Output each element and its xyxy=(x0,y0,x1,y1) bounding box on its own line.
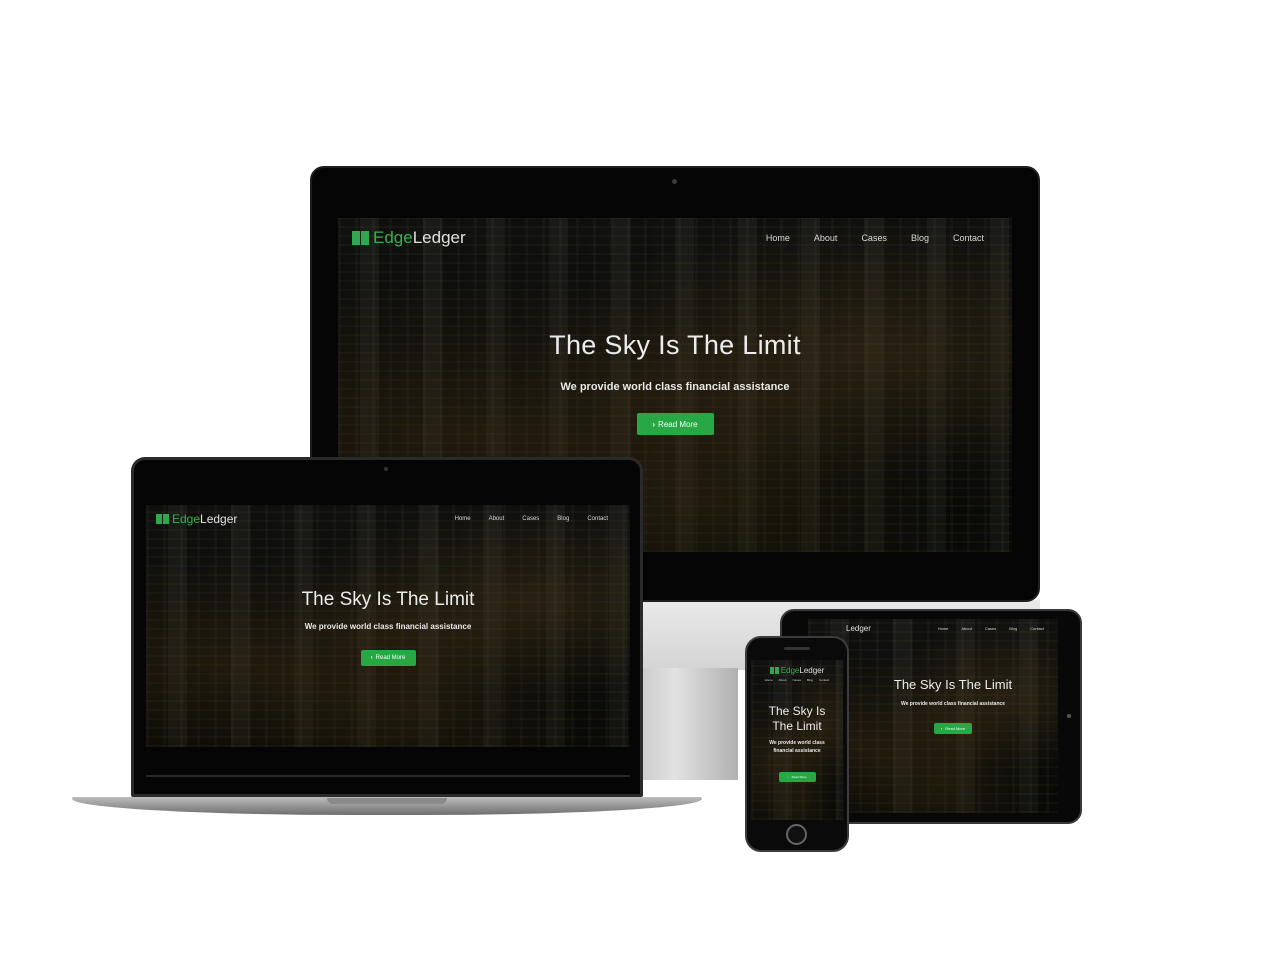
laptop-bezel-line xyxy=(146,775,630,777)
nav-blog[interactable]: Blog xyxy=(1009,626,1017,631)
book-icon xyxy=(769,667,779,674)
brand-name-edge: Edge xyxy=(780,666,800,675)
nav-home[interactable]: Home xyxy=(765,678,773,682)
brand-name-ledger: Ledger xyxy=(412,228,466,247)
read-more-label: Read More xyxy=(375,655,406,661)
nav-menu: Home About Cases Blog Contact xyxy=(751,678,843,682)
nav-home[interactable]: Home xyxy=(938,626,949,631)
nav-cases[interactable]: Cases xyxy=(792,678,801,682)
brand-logo[interactable]: Edge Ledger xyxy=(352,228,466,248)
nav-menu: Home About Cases Blog Contact xyxy=(766,233,984,243)
hero: The Sky Is The Limit We provide world cl… xyxy=(751,704,843,783)
hero-headline: The Sky Is The Limit xyxy=(301,589,475,610)
hero-tagline-line1: We provide world class xyxy=(769,740,825,746)
nav-contact[interactable]: Contact xyxy=(819,678,829,682)
hero-headline: The Sky Is The Limit xyxy=(549,330,801,360)
read-more-label: Read More xyxy=(791,775,807,779)
navbar: Edge Ledger Home About Cases Blog Contact xyxy=(751,666,843,682)
hero-tagline: We provide world class financial assista… xyxy=(304,622,472,631)
tablet-camera-icon xyxy=(1067,714,1071,718)
hero-tagline: We provide world class financial assista… xyxy=(751,739,843,755)
laptop-notch xyxy=(327,798,447,804)
hero-tagline-line2: financial assistance xyxy=(773,748,821,754)
brand-name-edge: Edge xyxy=(172,512,201,526)
brand-logo[interactable]: Edge Ledger xyxy=(751,666,843,675)
chevron-right-icon: › xyxy=(652,419,656,429)
hero-headline-line2: The Limit xyxy=(772,719,822,733)
nav-about[interactable]: About xyxy=(489,516,505,522)
nav-home[interactable]: Home xyxy=(766,233,790,243)
book-icon xyxy=(156,514,169,524)
laptop-camera-icon xyxy=(384,467,388,471)
hero: The Sky Is The Limit We provide world cl… xyxy=(146,589,630,666)
chevron-right-icon: › xyxy=(787,775,789,779)
hero: The Sky Is The Limit We provide world cl… xyxy=(338,330,1012,435)
hero-headline-line1: The Sky Is xyxy=(768,704,826,718)
chevron-right-icon: › xyxy=(940,726,943,731)
chevron-right-icon: › xyxy=(370,655,373,661)
hero-tagline: We provide world class financial assista… xyxy=(560,381,790,393)
nav-contact[interactable]: Contact xyxy=(1030,626,1044,631)
nav-blog[interactable]: Blog xyxy=(807,678,813,682)
nav-blog[interactable]: Blog xyxy=(911,233,929,243)
nav-about[interactable]: About xyxy=(961,626,971,631)
nav-blog[interactable]: Blog xyxy=(557,516,569,522)
nav-about[interactable]: About xyxy=(779,678,787,682)
monitor-camera-icon xyxy=(672,179,677,184)
phone-home-button[interactable] xyxy=(786,824,807,845)
nav-cases[interactable]: Cases xyxy=(985,626,996,631)
nav-contact[interactable]: Contact xyxy=(587,516,608,522)
read-more-button[interactable]: › Read More xyxy=(778,772,816,782)
read-more-label: Read More xyxy=(658,419,698,429)
brand-logo[interactable]: Ledger xyxy=(846,624,871,633)
read-more-button[interactable]: › Read More xyxy=(636,413,714,435)
phone-screen: Edge Ledger Home About Cases Blog Contact… xyxy=(751,660,843,820)
nav-contact[interactable]: Contact xyxy=(953,233,984,243)
hero: The Sky Is The Limit We provide world cl… xyxy=(848,677,1058,735)
hero-headline: The Sky Is The Limit xyxy=(893,677,1013,692)
nav-menu: Home About Cases Blog Contact xyxy=(455,516,608,522)
read-more-button[interactable]: › Read More xyxy=(934,723,972,734)
nav-cases[interactable]: Cases xyxy=(522,516,539,522)
nav-home[interactable]: Home xyxy=(455,516,471,522)
laptop-screen: Edge Ledger Home About Cases Blog Contact… xyxy=(146,505,630,747)
brand-logo[interactable]: Edge Ledger xyxy=(156,512,237,526)
nav-cases[interactable]: Cases xyxy=(861,233,887,243)
hero-headline: The Sky Is The Limit xyxy=(751,704,843,734)
navbar: Ledger Home About Cases Blog Contact xyxy=(808,619,1058,633)
brand-name-edge: Edge xyxy=(373,228,413,247)
navbar: Edge Ledger Home About Cases Blog Contact xyxy=(338,218,1012,248)
nav-menu: Home About Cases Blog Contact xyxy=(938,626,1044,631)
book-icon xyxy=(352,231,369,245)
read-more-button[interactable]: › Read More xyxy=(360,650,416,666)
read-more-label: Read More xyxy=(945,726,966,731)
phone-speaker xyxy=(784,647,810,650)
navbar: Edge Ledger Home About Cases Blog Contact xyxy=(146,505,630,526)
brand-name-ledger: Ledger xyxy=(799,666,825,675)
brand-name-ledger: Ledger xyxy=(846,624,871,633)
hero-tagline: We provide world class financial assista… xyxy=(900,701,1006,707)
nav-about[interactable]: About xyxy=(814,233,838,243)
brand-name-ledger: Ledger xyxy=(200,512,238,526)
